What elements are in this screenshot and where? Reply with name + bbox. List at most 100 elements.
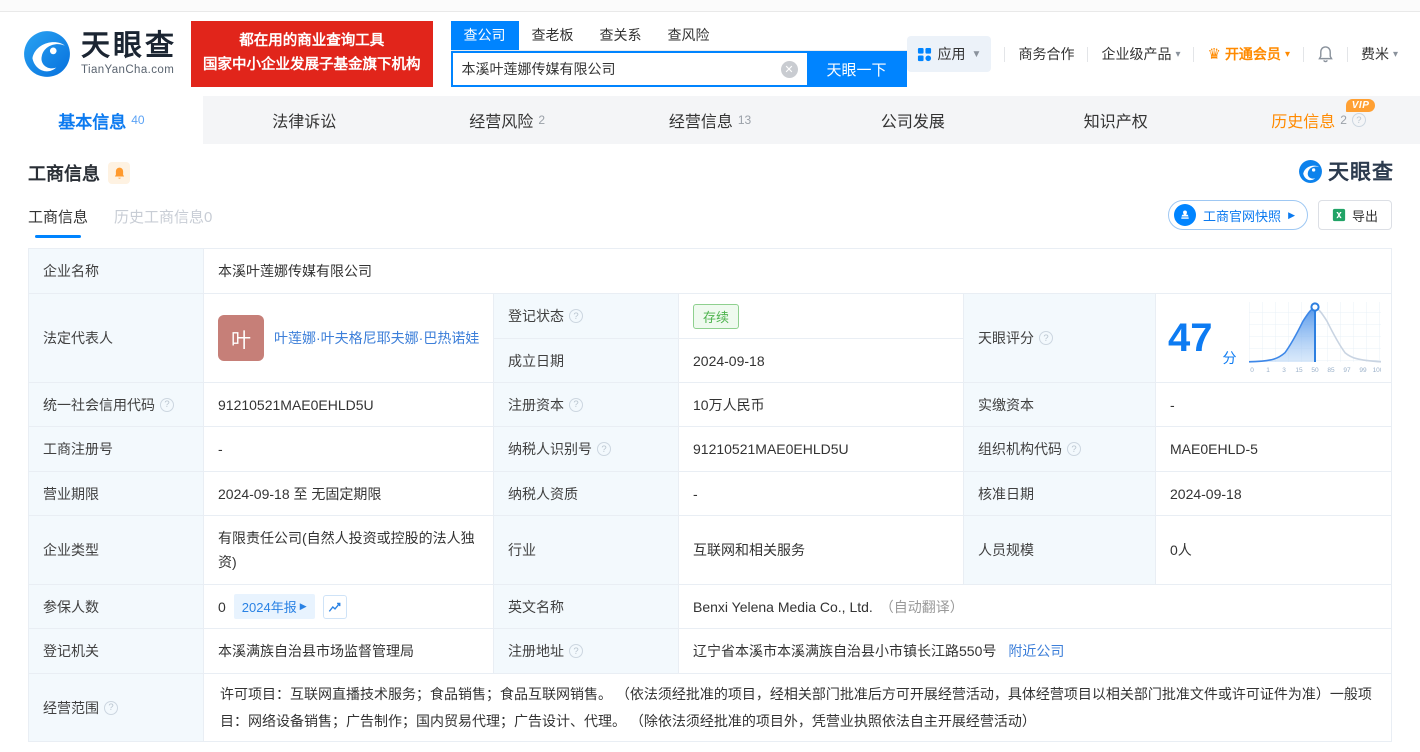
paid-capital-label: 实缴资本 — [964, 383, 1156, 427]
search-tab-risk[interactable]: 查风险 — [655, 21, 723, 50]
nav-divider — [1004, 46, 1006, 62]
org-code-label: 组织机构代码 ? — [964, 427, 1156, 472]
svg-text:3: 3 — [1282, 367, 1286, 374]
chevron-down-icon: ▾ — [1392, 48, 1398, 60]
business-scope-label: 经营范围 ? — [29, 674, 204, 741]
english-name-value: Benxi Yelena Media Co., Ltd. — [693, 598, 873, 615]
tab-label: 经营风险 — [469, 114, 534, 131]
company-name-label: 企业名称 — [29, 249, 204, 294]
auto-translate-note: （自动翻译） — [879, 598, 964, 615]
tab-history-info[interactable]: VIP 历史信息 2 ? — [1217, 96, 1420, 144]
staff-size-value: 0人 — [1156, 516, 1391, 585]
nav-business-cooperation[interactable]: 商务合作 — [1018, 44, 1074, 64]
subtab-history-business-info[interactable]: 历史工商信息0 — [114, 206, 212, 238]
insured-count-label: 参保人数 — [29, 585, 204, 629]
nav-open-vip[interactable]: ♛ 开通会员 ▾ — [1207, 44, 1289, 64]
export-button[interactable]: 导出 — [1317, 200, 1392, 230]
reg-status-label: 登记状态 ? — [494, 294, 679, 339]
help-icon: ? — [569, 644, 583, 658]
tianyancha-swirl-icon — [24, 31, 70, 77]
search-input[interactable] — [461, 61, 781, 77]
paid-capital-value: - — [1156, 383, 1391, 427]
tab-count: 2 — [1340, 113, 1347, 127]
chevron-down-icon: ▼ — [971, 48, 982, 60]
search-tab-boss[interactable]: 查老板 — [519, 21, 587, 50]
svg-text:50: 50 — [1311, 367, 1319, 374]
brand-slogan-banner: 都在用的商业查询工具 国家中小企业发展子基金旗下机构 — [191, 21, 433, 87]
org-code-value: MAE0EHLD-5 — [1156, 427, 1391, 472]
credit-code-label: 统一社会信用代码 ? — [29, 383, 204, 427]
search-tab-relation[interactable]: 查关系 — [587, 21, 655, 50]
taxpayer-quality-label: 纳税人资质 — [494, 472, 679, 516]
company-type-value: 有限责任公司(自然人投资或控股的法人独资) — [204, 516, 494, 585]
vip-label: 开通会员 — [1224, 46, 1281, 62]
tianyancha-logo[interactable]: 天眼查 TianYanCha.com — [22, 29, 177, 79]
legal-rep-name-link[interactable]: 叶莲娜·叶夫格尼耶夫娜·巴热诺娃 — [274, 328, 479, 349]
apps-menu-button[interactable]: 应用 ▼ — [906, 36, 992, 72]
tab-label: 历史信息 — [1271, 114, 1336, 131]
help-icon: ? — [1039, 331, 1053, 345]
reg-status-cell: 存续 — [679, 294, 964, 339]
arrow-right-icon: ▶ — [1288, 209, 1295, 220]
reg-capital-label: 注册资本 ? — [494, 383, 679, 427]
insured-count-value: 0 — [218, 598, 226, 615]
vip-badge: VIP — [1345, 99, 1376, 112]
notification-bell-icon[interactable] — [1317, 45, 1334, 63]
label-text: 注册资本 — [508, 396, 564, 413]
reg-number-label: 工商注册号 — [29, 427, 204, 472]
help-icon: ? — [569, 397, 583, 412]
search-tab-company[interactable]: 查公司 — [450, 21, 519, 50]
approval-date-label: 核准日期 — [964, 472, 1156, 516]
score-unit: 分 — [1222, 350, 1237, 366]
help-icon: ? — [160, 397, 174, 412]
tab-company-development[interactable]: 公司发展 — [811, 96, 1014, 144]
label-text: 经营范围 — [43, 699, 99, 716]
official-snapshot-button[interactable]: 工商官网快照 ▶ — [1168, 200, 1308, 230]
monitor-bell-icon[interactable] — [108, 162, 130, 184]
tab-intellectual-property[interactable]: 知识产权 — [1014, 96, 1217, 144]
section-header: 工商信息 天眼查 — [0, 144, 1420, 186]
tab-operation-info[interactable]: 经营信息 13 — [609, 96, 812, 144]
snapshot-label: 工商官网快照 — [1203, 208, 1282, 224]
score-label: 天眼评分 ? — [964, 294, 1156, 383]
trend-chart-icon[interactable] — [322, 594, 347, 619]
business-scope-value: 许可项目：互联网直播技术服务；食品销售；食品互联网销售。 （依法须经批准的项目，… — [220, 685, 1372, 729]
score-marker — [1309, 302, 1320, 312]
help-icon: ? — [1067, 442, 1081, 456]
score-distribution-chart: 0 1 3 15 50 85 97 99 100 — [1248, 302, 1381, 374]
nav-enterprise-products[interactable]: 企业级产品 ▾ — [1101, 44, 1180, 64]
clear-search-icon[interactable]: ✕ — [780, 60, 798, 78]
svg-text:85: 85 — [1327, 367, 1335, 374]
tianyancha-watermark: 天眼查 — [1298, 156, 1394, 186]
logo-domain-text: TianYanCha.com — [81, 63, 175, 76]
label-text: 统一社会信用代码 — [43, 396, 155, 413]
help-icon: ? — [1351, 113, 1366, 127]
site-header: 天眼查 TianYanCha.com 都在用的商业查询工具 国家中小企业发展子基… — [0, 12, 1420, 96]
address-label: 注册地址 ? — [494, 629, 679, 674]
taxpayer-id-label: 纳税人识别号 ? — [494, 427, 679, 472]
reg-number-value: - — [204, 427, 494, 472]
company-type-label: 企业类型 — [29, 516, 204, 585]
watermark-text: 天眼查 — [1328, 161, 1394, 184]
annual-report-badge[interactable]: 2024年报 ▶ — [233, 594, 315, 619]
nav-user-menu[interactable]: 费米 ▾ — [1361, 44, 1398, 64]
tab-label: 基本信息 — [58, 112, 127, 132]
tab-operation-risk[interactable]: 经营风险 2 — [406, 96, 609, 144]
excel-icon — [1332, 208, 1346, 222]
industry-value: 互联网和相关服务 — [679, 516, 964, 585]
subtab-business-info[interactable]: 工商信息 — [28, 206, 88, 238]
svg-text:1: 1 — [1266, 367, 1270, 374]
nearby-companies-link[interactable]: 附近公司 — [1008, 641, 1064, 661]
tab-label: 法律诉讼 — [272, 114, 337, 131]
business-scope-cell: 许可项目：互联网直播技术服务；食品销售；食品互联网销售。 （依法须经批准的项目，… — [204, 674, 1391, 741]
legal-rep-avatar[interactable]: 叶 — [218, 315, 264, 361]
establish-date-label: 成立日期 — [494, 339, 679, 383]
search-button[interactable]: 天眼一下 — [806, 51, 907, 87]
tab-basic-info[interactable]: 基本信息 40 — [0, 96, 203, 144]
tab-legal-proceedings[interactable]: 法律诉讼 — [203, 96, 406, 144]
establish-date-value: 2024-09-18 — [679, 339, 964, 383]
address-cell: 辽宁省本溪市本溪满族自治县小市镇长江路550号 附近公司 — [679, 629, 1391, 674]
tab-count: 2 — [538, 113, 545, 127]
tab-label: 公司发展 — [880, 114, 945, 131]
subtab-row: 工商信息 历史工商信息0 工商官网快照 ▶ 导出 — [0, 186, 1420, 238]
